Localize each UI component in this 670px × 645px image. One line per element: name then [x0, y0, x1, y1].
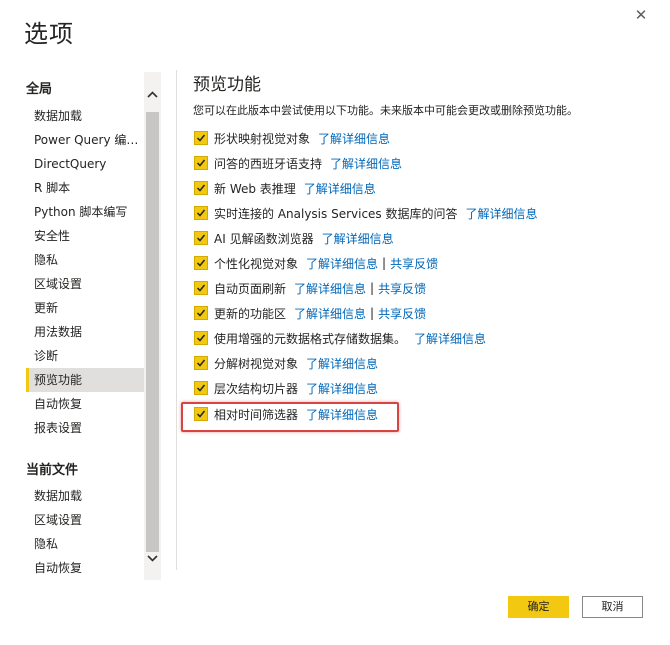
scrollbar-thumb[interactable]	[146, 112, 159, 552]
sidebar-item-regional-settings[interactable]: 区域设置	[26, 272, 144, 296]
feature-label: 实时连接的 Analysis Services 数据库的问答	[214, 206, 458, 221]
sidebar-item-r-script[interactable]: R 脚本	[26, 176, 144, 200]
feature-row: 分解树视觉对象 了解详细信息	[194, 354, 378, 372]
chevron-up-icon[interactable]	[144, 86, 161, 103]
learn-more-link[interactable]: 了解详细信息	[294, 280, 366, 297]
sidebar-item-report-settings[interactable]: 报表设置	[26, 416, 144, 440]
sidebar-item-diagnostics[interactable]: 诊断	[26, 344, 144, 368]
check-icon	[196, 384, 206, 392]
feature-checkbox[interactable]	[194, 256, 208, 270]
check-icon	[196, 159, 206, 167]
check-icon	[196, 234, 206, 242]
check-icon	[196, 184, 206, 192]
sidebar-item-directquery[interactable]: DirectQuery	[26, 152, 144, 176]
feature-row: 问答的西班牙语支持 了解详细信息	[194, 154, 402, 172]
check-icon	[196, 134, 206, 142]
feature-label: 分解树视觉对象	[214, 356, 299, 371]
learn-more-link[interactable]: 了解详细信息	[304, 180, 376, 197]
feature-checkbox[interactable]	[194, 381, 208, 395]
share-feedback-link[interactable]: 共享反馈	[378, 305, 426, 322]
feature-row: 使用增强的元数据格式存储数据集。 了解详细信息	[194, 329, 486, 347]
feature-label: 层次结构切片器	[214, 381, 299, 396]
feature-row: 新 Web 表推理 了解详细信息	[194, 179, 376, 197]
sidebar-item-current-data-load[interactable]: 数据加载	[26, 484, 144, 508]
feature-label: 使用增强的元数据格式存储数据集。	[214, 331, 407, 346]
preview-features-panel: 预览功能 您可以在此版本中尝试使用以下功能。未来版本中可能会更改或删除预览功能。…	[176, 70, 656, 570]
feature-checkbox[interactable]	[194, 281, 208, 295]
feature-row: 自动页面刷新 了解详细信息 | 共享反馈	[194, 279, 426, 297]
sidebar-item-python-script[interactable]: Python 脚本编写	[26, 200, 144, 224]
feature-label: 问答的西班牙语支持	[214, 156, 323, 171]
feature-label: 个性化视觉对象	[214, 256, 299, 271]
learn-more-link[interactable]: 了解详细信息	[330, 155, 402, 172]
feature-checkbox[interactable]	[194, 306, 208, 320]
feature-checkbox[interactable]	[194, 331, 208, 345]
sidebar-item-power-query[interactable]: Power Query 编辑...	[26, 128, 144, 152]
sidebar-item-auto-recovery[interactable]: 自动恢复	[26, 392, 144, 416]
chevron-down-icon[interactable]	[144, 550, 161, 567]
cancel-button[interactable]: 取消	[582, 596, 643, 618]
sidebar: 全局 数据加载 Power Query 编辑... DirectQuery R …	[26, 70, 162, 580]
sidebar-section-current-file: 当前文件	[26, 463, 79, 478]
learn-more-link[interactable]: 了解详细信息	[306, 355, 378, 372]
feature-checkbox[interactable]	[194, 356, 208, 370]
sidebar-item-current-auto-recovery[interactable]: 自动恢复	[26, 556, 144, 580]
check-icon	[196, 359, 206, 367]
learn-more-link[interactable]: 了解详细信息	[306, 380, 378, 397]
link-separator: |	[370, 306, 375, 320]
sidebar-item-preview-features[interactable]: 预览功能	[26, 368, 144, 392]
link-separator: |	[382, 256, 387, 270]
feature-checkbox[interactable]	[194, 131, 208, 145]
feature-label: 更新的功能区	[214, 306, 287, 321]
feature-row: 层次结构切片器 了解详细信息	[194, 379, 378, 397]
learn-more-link[interactable]: 了解详细信息	[318, 130, 390, 147]
options-dialog: 选项 ✕ 全局 数据加载 Power Query 编辑... DirectQue…	[0, 0, 670, 645]
feature-label: 新 Web 表推理	[214, 181, 296, 196]
learn-more-link[interactable]: 了解详细信息	[322, 230, 394, 247]
feature-checkbox[interactable]	[194, 206, 208, 220]
sidebar-item-updates[interactable]: 更新	[26, 296, 144, 320]
feature-row: AI 见解函数浏览器 了解详细信息	[194, 229, 394, 247]
check-icon	[196, 259, 206, 267]
check-icon	[196, 284, 206, 292]
feature-row: 实时连接的 Analysis Services 数据库的问答 了解详细信息	[194, 204, 538, 222]
link-separator: |	[370, 281, 375, 295]
sidebar-item-usage-data[interactable]: 用法数据	[26, 320, 144, 344]
feature-label: 形状映射视觉对象	[214, 131, 311, 146]
page-description: 您可以在此版本中尝试使用以下功能。未来版本中可能会更改或删除预览功能。	[193, 104, 578, 117]
share-feedback-link[interactable]: 共享反馈	[378, 280, 426, 297]
learn-more-link[interactable]: 了解详细信息	[294, 305, 366, 322]
sidebar-item-privacy[interactable]: 隐私	[26, 248, 144, 272]
check-icon	[196, 209, 206, 217]
feature-checkbox[interactable]	[194, 231, 208, 245]
sidebar-item-current-privacy[interactable]: 隐私	[26, 532, 144, 556]
highlight-box	[181, 402, 399, 432]
feature-checkbox[interactable]	[194, 156, 208, 170]
sidebar-item-data-load[interactable]: 数据加载	[26, 104, 144, 128]
feature-checkbox[interactable]	[194, 181, 208, 195]
sidebar-item-current-regional-settings[interactable]: 区域设置	[26, 508, 144, 532]
feature-row: 个性化视觉对象 了解详细信息 | 共享反馈	[194, 254, 438, 272]
learn-more-link[interactable]: 了解详细信息	[466, 205, 538, 222]
ok-button[interactable]: 确定	[508, 596, 569, 618]
feature-row: 更新的功能区 了解详细信息 | 共享反馈	[194, 304, 426, 322]
share-feedback-link[interactable]: 共享反馈	[390, 255, 438, 272]
check-icon	[196, 309, 206, 317]
close-icon[interactable]: ✕	[630, 4, 652, 26]
learn-more-link[interactable]: 了解详细信息	[414, 330, 486, 347]
page-title: 预览功能	[193, 75, 261, 95]
sidebar-scrollbar[interactable]	[144, 72, 161, 580]
sidebar-item-security[interactable]: 安全性	[26, 224, 144, 248]
check-icon	[196, 334, 206, 342]
learn-more-link[interactable]: 了解详细信息	[306, 255, 378, 272]
feature-row: 形状映射视觉对象 了解详细信息	[194, 129, 390, 147]
dialog-title: 选项	[24, 20, 74, 48]
feature-label: AI 见解函数浏览器	[214, 231, 314, 246]
sidebar-section-global: 全局	[26, 82, 53, 97]
feature-label: 自动页面刷新	[214, 281, 287, 296]
